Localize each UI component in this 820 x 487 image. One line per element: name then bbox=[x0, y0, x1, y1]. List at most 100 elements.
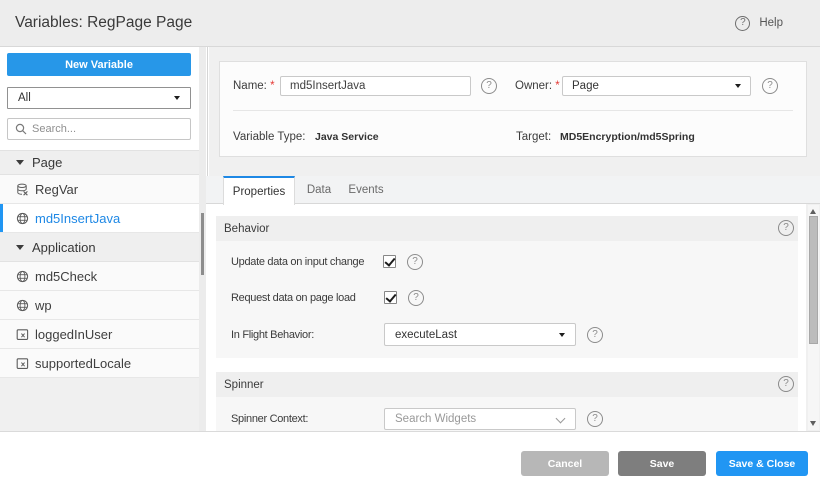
spinner-section: Spinner ? Spinner Context: Search Widget… bbox=[216, 372, 798, 431]
update-data-label: Update data on input change bbox=[231, 256, 364, 268]
in-flight-behavior-help-icon[interactable]: ? bbox=[587, 327, 603, 343]
behavior-section-body: Update data on input change ? Request da… bbox=[216, 241, 798, 358]
spinner-context-row: Spinner Context: Search Widgets ? bbox=[231, 407, 798, 430]
owner-select-value: Page bbox=[572, 80, 599, 92]
update-data-checkbox[interactable] bbox=[383, 255, 396, 268]
tree-group-page[interactable]: Page bbox=[0, 150, 199, 175]
help-circle-icon: ? bbox=[735, 16, 750, 31]
name-help-icon[interactable]: ? bbox=[481, 78, 497, 94]
tree-item-md5check[interactable]: md5Check bbox=[0, 262, 199, 291]
properties-tab-content: Behavior ? Update data on input change ?… bbox=[206, 204, 806, 431]
spinner-context-combobox[interactable]: Search Widgets bbox=[384, 408, 576, 430]
name-label: Name: * bbox=[233, 76, 275, 96]
sidebar-search-box bbox=[7, 118, 191, 140]
chevron-down-icon bbox=[557, 415, 565, 423]
sidebar-scrollbar-thumb[interactable] bbox=[201, 213, 204, 275]
search-icon bbox=[15, 123, 27, 135]
page-title: Variables: RegPage Page bbox=[15, 0, 192, 46]
behavior-section-title: Behavior bbox=[224, 223, 269, 235]
variables-tree: Page RegVar bbox=[0, 150, 199, 378]
target-value: MD5Encryption/md5Spring bbox=[560, 127, 695, 147]
name-label-text: Name: bbox=[233, 80, 267, 92]
collapse-triangle-icon bbox=[16, 160, 24, 165]
variables-sidebar: New Variable All Page bbox=[0, 47, 208, 431]
required-asterisk: * bbox=[555, 80, 559, 92]
spinner-context-placeholder: Search Widgets bbox=[395, 413, 476, 425]
variable-filter-value: All bbox=[18, 92, 31, 104]
in-flight-behavior-value: executeLast bbox=[395, 329, 457, 341]
globe-service-icon bbox=[16, 270, 29, 283]
spinner-section-header: Spinner ? bbox=[216, 372, 798, 397]
name-input[interactable]: md5InsertJava bbox=[280, 76, 471, 96]
tree-item-label: md5InsertJava bbox=[35, 211, 120, 226]
properties-scrollbar[interactable] bbox=[808, 205, 819, 430]
chevron-down-icon bbox=[735, 84, 741, 88]
save-and-close-button[interactable]: Save & Close bbox=[716, 451, 808, 476]
sidebar-scrollbar[interactable] bbox=[199, 47, 206, 431]
owner-label: Owner: * bbox=[515, 76, 560, 96]
request-data-checkbox[interactable] bbox=[384, 291, 397, 304]
variable-filter-select[interactable]: All bbox=[7, 87, 191, 109]
target-label: Target: bbox=[516, 127, 551, 147]
variable-detail-panel: Name: * md5InsertJava ? Owner: * Page ? … bbox=[209, 47, 820, 431]
in-flight-behavior-select[interactable]: executeLast bbox=[384, 323, 576, 346]
globe-service-icon bbox=[16, 212, 29, 225]
search-input[interactable] bbox=[32, 123, 183, 135]
tab-data[interactable]: Data bbox=[294, 176, 344, 204]
tree-item-label: supportedLocale bbox=[35, 356, 131, 371]
spinner-help-icon[interactable]: ? bbox=[778, 376, 794, 392]
tree-group-application[interactable]: Application bbox=[0, 233, 199, 262]
chevron-down-icon bbox=[559, 333, 565, 337]
request-data-help-icon[interactable]: ? bbox=[408, 290, 424, 306]
form-divider bbox=[233, 110, 793, 111]
behavior-section-header: Behavior ? bbox=[216, 216, 798, 241]
tree-item-regvar[interactable]: RegVar bbox=[0, 175, 199, 204]
database-variable-icon bbox=[16, 183, 29, 196]
tree-item-label: RegVar bbox=[35, 182, 78, 197]
help-button[interactable]: ? Help bbox=[735, 0, 783, 46]
behavior-section: Behavior ? Update data on input change ?… bbox=[216, 216, 798, 358]
variable-summary-panel: Name: * md5InsertJava ? Owner: * Page ? … bbox=[219, 61, 807, 157]
detail-tabstrip: Properties Data Events bbox=[206, 176, 820, 204]
request-data-control-group: ? bbox=[384, 290, 424, 306]
required-asterisk: * bbox=[270, 80, 274, 92]
variable-type-value: Java Service bbox=[315, 127, 379, 147]
spinner-context-label: Spinner Context: bbox=[231, 413, 308, 425]
in-flight-control-group: executeLast bbox=[384, 323, 576, 346]
tree-item-label: loggedInUser bbox=[35, 327, 112, 342]
sidebar-empty-area bbox=[0, 378, 199, 431]
save-button[interactable]: Save bbox=[618, 451, 706, 476]
owner-help-icon[interactable]: ? bbox=[762, 78, 778, 94]
variable-icon bbox=[16, 328, 29, 341]
cancel-button[interactable]: Cancel bbox=[521, 451, 609, 476]
tree-item-md5insertjava[interactable]: md5InsertJava bbox=[0, 204, 199, 233]
scroll-up-icon[interactable] bbox=[810, 209, 816, 214]
spinner-section-title: Spinner bbox=[224, 379, 264, 391]
behavior-help-icon[interactable]: ? bbox=[778, 220, 794, 236]
spinner-context-help-icon[interactable]: ? bbox=[587, 411, 603, 427]
tree-item-loggedinuser[interactable]: loggedInUser bbox=[0, 320, 199, 349]
tree-item-label: md5Check bbox=[35, 269, 97, 284]
collapse-triangle-icon bbox=[16, 245, 24, 250]
tree-item-supportedlocale[interactable]: supportedLocale bbox=[0, 349, 199, 378]
request-data-row: Request data on page load ? bbox=[231, 286, 798, 309]
tab-events[interactable]: Events bbox=[342, 176, 390, 204]
request-data-label: Request data on page load bbox=[231, 292, 356, 304]
tree-item-wp[interactable]: wp bbox=[0, 291, 199, 320]
dialog-footer: Cancel Save Save & Close bbox=[0, 431, 820, 487]
properties-scrollbar-thumb[interactable] bbox=[809, 216, 818, 344]
tree-group-label: Page bbox=[32, 155, 62, 170]
update-data-help-icon[interactable]: ? bbox=[407, 254, 423, 270]
help-label: Help bbox=[759, 17, 783, 29]
scroll-down-icon[interactable] bbox=[810, 421, 816, 426]
globe-service-icon bbox=[16, 299, 29, 312]
tab-properties[interactable]: Properties bbox=[223, 176, 295, 205]
variable-icon bbox=[16, 357, 29, 370]
in-flight-behavior-row: In Flight Behavior: executeLast ? bbox=[231, 323, 798, 346]
new-variable-button[interactable]: New Variable bbox=[7, 53, 191, 76]
variable-type-label: Variable Type: bbox=[233, 127, 305, 147]
spinner-context-control-group: Search Widgets bbox=[384, 408, 576, 430]
owner-select[interactable]: Page bbox=[562, 76, 751, 96]
variables-dialog: Variables: RegPage Page ? Help New Varia… bbox=[0, 0, 820, 487]
owner-label-text: Owner: bbox=[515, 80, 552, 92]
